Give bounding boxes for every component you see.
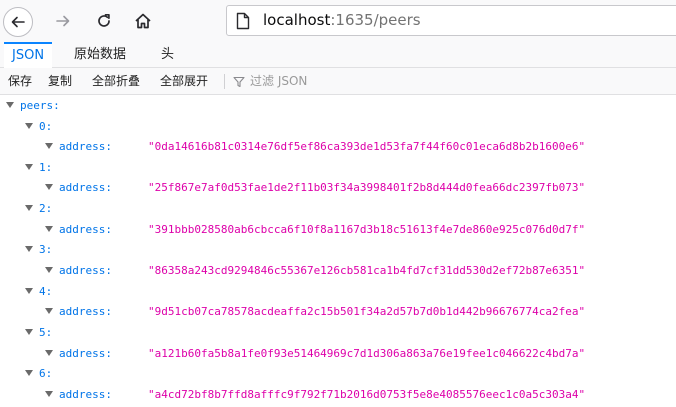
tree-key: address: bbox=[59, 140, 112, 153]
tree-row-index[interactable]: 0: bbox=[25, 117, 52, 137]
url-host: localhost bbox=[263, 11, 331, 29]
tree-value: "a4cd72bf8b7ffd8afffc9f792f71b2016d0753f… bbox=[148, 387, 586, 401]
tree-row-address[interactable]: address: "9d51cb07ca78578acdeaffa2c15b501… bbox=[45, 302, 670, 322]
expand-arrow-icon[interactable] bbox=[45, 390, 53, 397]
home-button[interactable] bbox=[128, 6, 158, 36]
toolbar-divider bbox=[224, 74, 225, 89]
filter-icon bbox=[233, 76, 245, 88]
tree-row-index[interactable]: 6: bbox=[25, 364, 52, 384]
url-text[interactable]: localhost:1635/peers bbox=[263, 11, 421, 29]
expand-arrow-icon[interactable] bbox=[45, 308, 53, 315]
arrow-right-icon bbox=[56, 15, 70, 27]
json-tree: peers: 0: address: "0da14616b81c0314e76df5… bbox=[0, 96, 676, 407]
tab-json[interactable]: JSON bbox=[4, 42, 53, 69]
tree-key: address: bbox=[59, 346, 112, 360]
expand-arrow-icon[interactable] bbox=[25, 122, 33, 129]
tree-key: 0: bbox=[39, 119, 53, 133]
tree-key: address: bbox=[59, 263, 112, 277]
expand-arrow-icon[interactable] bbox=[25, 370, 33, 377]
tree-row-index[interactable]: 4: bbox=[25, 282, 52, 302]
tree-value: "86358a243cd9294846c55367e126cb581ca1b4f… bbox=[148, 263, 586, 277]
tree-key: 1: bbox=[39, 160, 53, 174]
expand-arrow-icon[interactable] bbox=[25, 246, 33, 253]
tree-row-peers[interactable]: peers: bbox=[6, 96, 60, 116]
url-path: :1635/peers bbox=[330, 11, 421, 29]
tree-value: "391bbb028580ab6cbcca6f10f8a1167d3b18c51… bbox=[148, 222, 586, 236]
tree-row-address[interactable]: address: "0da14616b81c0314e76df5ef86ca393… bbox=[45, 137, 670, 157]
arrow-left-icon bbox=[11, 16, 25, 28]
tree-row-address[interactable]: address: "25f867e7af0d53fae1de2f11b03f34a… bbox=[45, 178, 670, 198]
home-icon bbox=[135, 13, 151, 29]
collapse-all-button[interactable]: 全部折叠 bbox=[92, 68, 140, 94]
reload-icon bbox=[98, 13, 110, 27]
tab-raw-data[interactable]: 原始数据 bbox=[66, 42, 134, 67]
expand-arrow-icon[interactable] bbox=[25, 163, 33, 170]
tree-row-index[interactable]: 5: bbox=[25, 323, 52, 343]
tree-row-index[interactable]: 3: bbox=[25, 240, 52, 260]
copy-button[interactable]: 复制 bbox=[48, 68, 72, 94]
tree-key: 3: bbox=[39, 243, 53, 257]
tree-key: peers: bbox=[20, 99, 60, 112]
tree-key: 4: bbox=[39, 284, 53, 298]
expand-arrow-icon[interactable] bbox=[45, 143, 53, 149]
browser-nav-bar: localhost:1635/peers bbox=[0, 0, 676, 42]
tree-key: address: bbox=[59, 387, 112, 401]
tree-row-address[interactable]: address: "a121b60fa5b8a1fe0f93e51464969c7… bbox=[45, 344, 670, 364]
page-icon bbox=[236, 12, 250, 30]
tree-row-address[interactable]: address: "391bbb028580ab6cbcca6f10f8a1167… bbox=[45, 220, 670, 240]
tree-key: 6: bbox=[39, 367, 53, 381]
tree-row-address[interactable]: address: "a4cd72bf8b7ffd8afffc9f792f71b20… bbox=[45, 385, 670, 405]
tree-key: address: bbox=[59, 222, 112, 236]
expand-arrow-icon[interactable] bbox=[6, 102, 14, 108]
tree-value: "0da14616b81c0314e76df5ef86ca393de1d53fa… bbox=[148, 140, 586, 153]
expand-all-button[interactable]: 全部展开 bbox=[160, 68, 208, 94]
expand-arrow-icon[interactable] bbox=[45, 349, 53, 356]
save-button[interactable]: 保存 bbox=[8, 68, 32, 94]
expand-arrow-icon[interactable] bbox=[45, 266, 53, 273]
tree-value: "25f867e7af0d53fae1de2f11b03f34a3998401f… bbox=[148, 181, 586, 195]
expand-arrow-icon[interactable] bbox=[45, 184, 53, 191]
tree-key: address: bbox=[59, 305, 112, 319]
address-bar[interactable]: localhost:1635/peers bbox=[226, 5, 676, 36]
tree-row-index[interactable]: 1: bbox=[25, 158, 52, 178]
tree-value: "a121b60fa5b8a1fe0f93e51464969c7d1d306a8… bbox=[148, 346, 586, 360]
tree-key: address: bbox=[59, 181, 112, 195]
viewer-tab-bar: JSON 原始数据 头 bbox=[0, 42, 676, 69]
expand-arrow-icon[interactable] bbox=[45, 225, 53, 232]
tree-key: 5: bbox=[39, 326, 53, 339]
tab-headers[interactable]: 头 bbox=[153, 42, 182, 67]
forward-button[interactable] bbox=[48, 6, 78, 36]
reload-button[interactable] bbox=[89, 6, 119, 36]
tree-key: 2: bbox=[39, 202, 53, 216]
tree-row-address[interactable]: address: "86358a243cd9294846c55367e126cb5… bbox=[45, 261, 670, 281]
tree-value: "9d51cb07ca78578acdeaffa2c15b501f34a2d57… bbox=[148, 305, 586, 319]
expand-arrow-icon[interactable] bbox=[25, 329, 33, 335]
expand-arrow-icon[interactable] bbox=[25, 205, 33, 212]
back-button[interactable] bbox=[3, 7, 33, 37]
tree-row-index[interactable]: 2: bbox=[25, 199, 52, 219]
filter-json-input[interactable] bbox=[248, 71, 452, 91]
viewer-toolbar: 保存 复制 全部折叠 全部展开 bbox=[0, 68, 676, 95]
expand-arrow-icon[interactable] bbox=[25, 287, 33, 294]
